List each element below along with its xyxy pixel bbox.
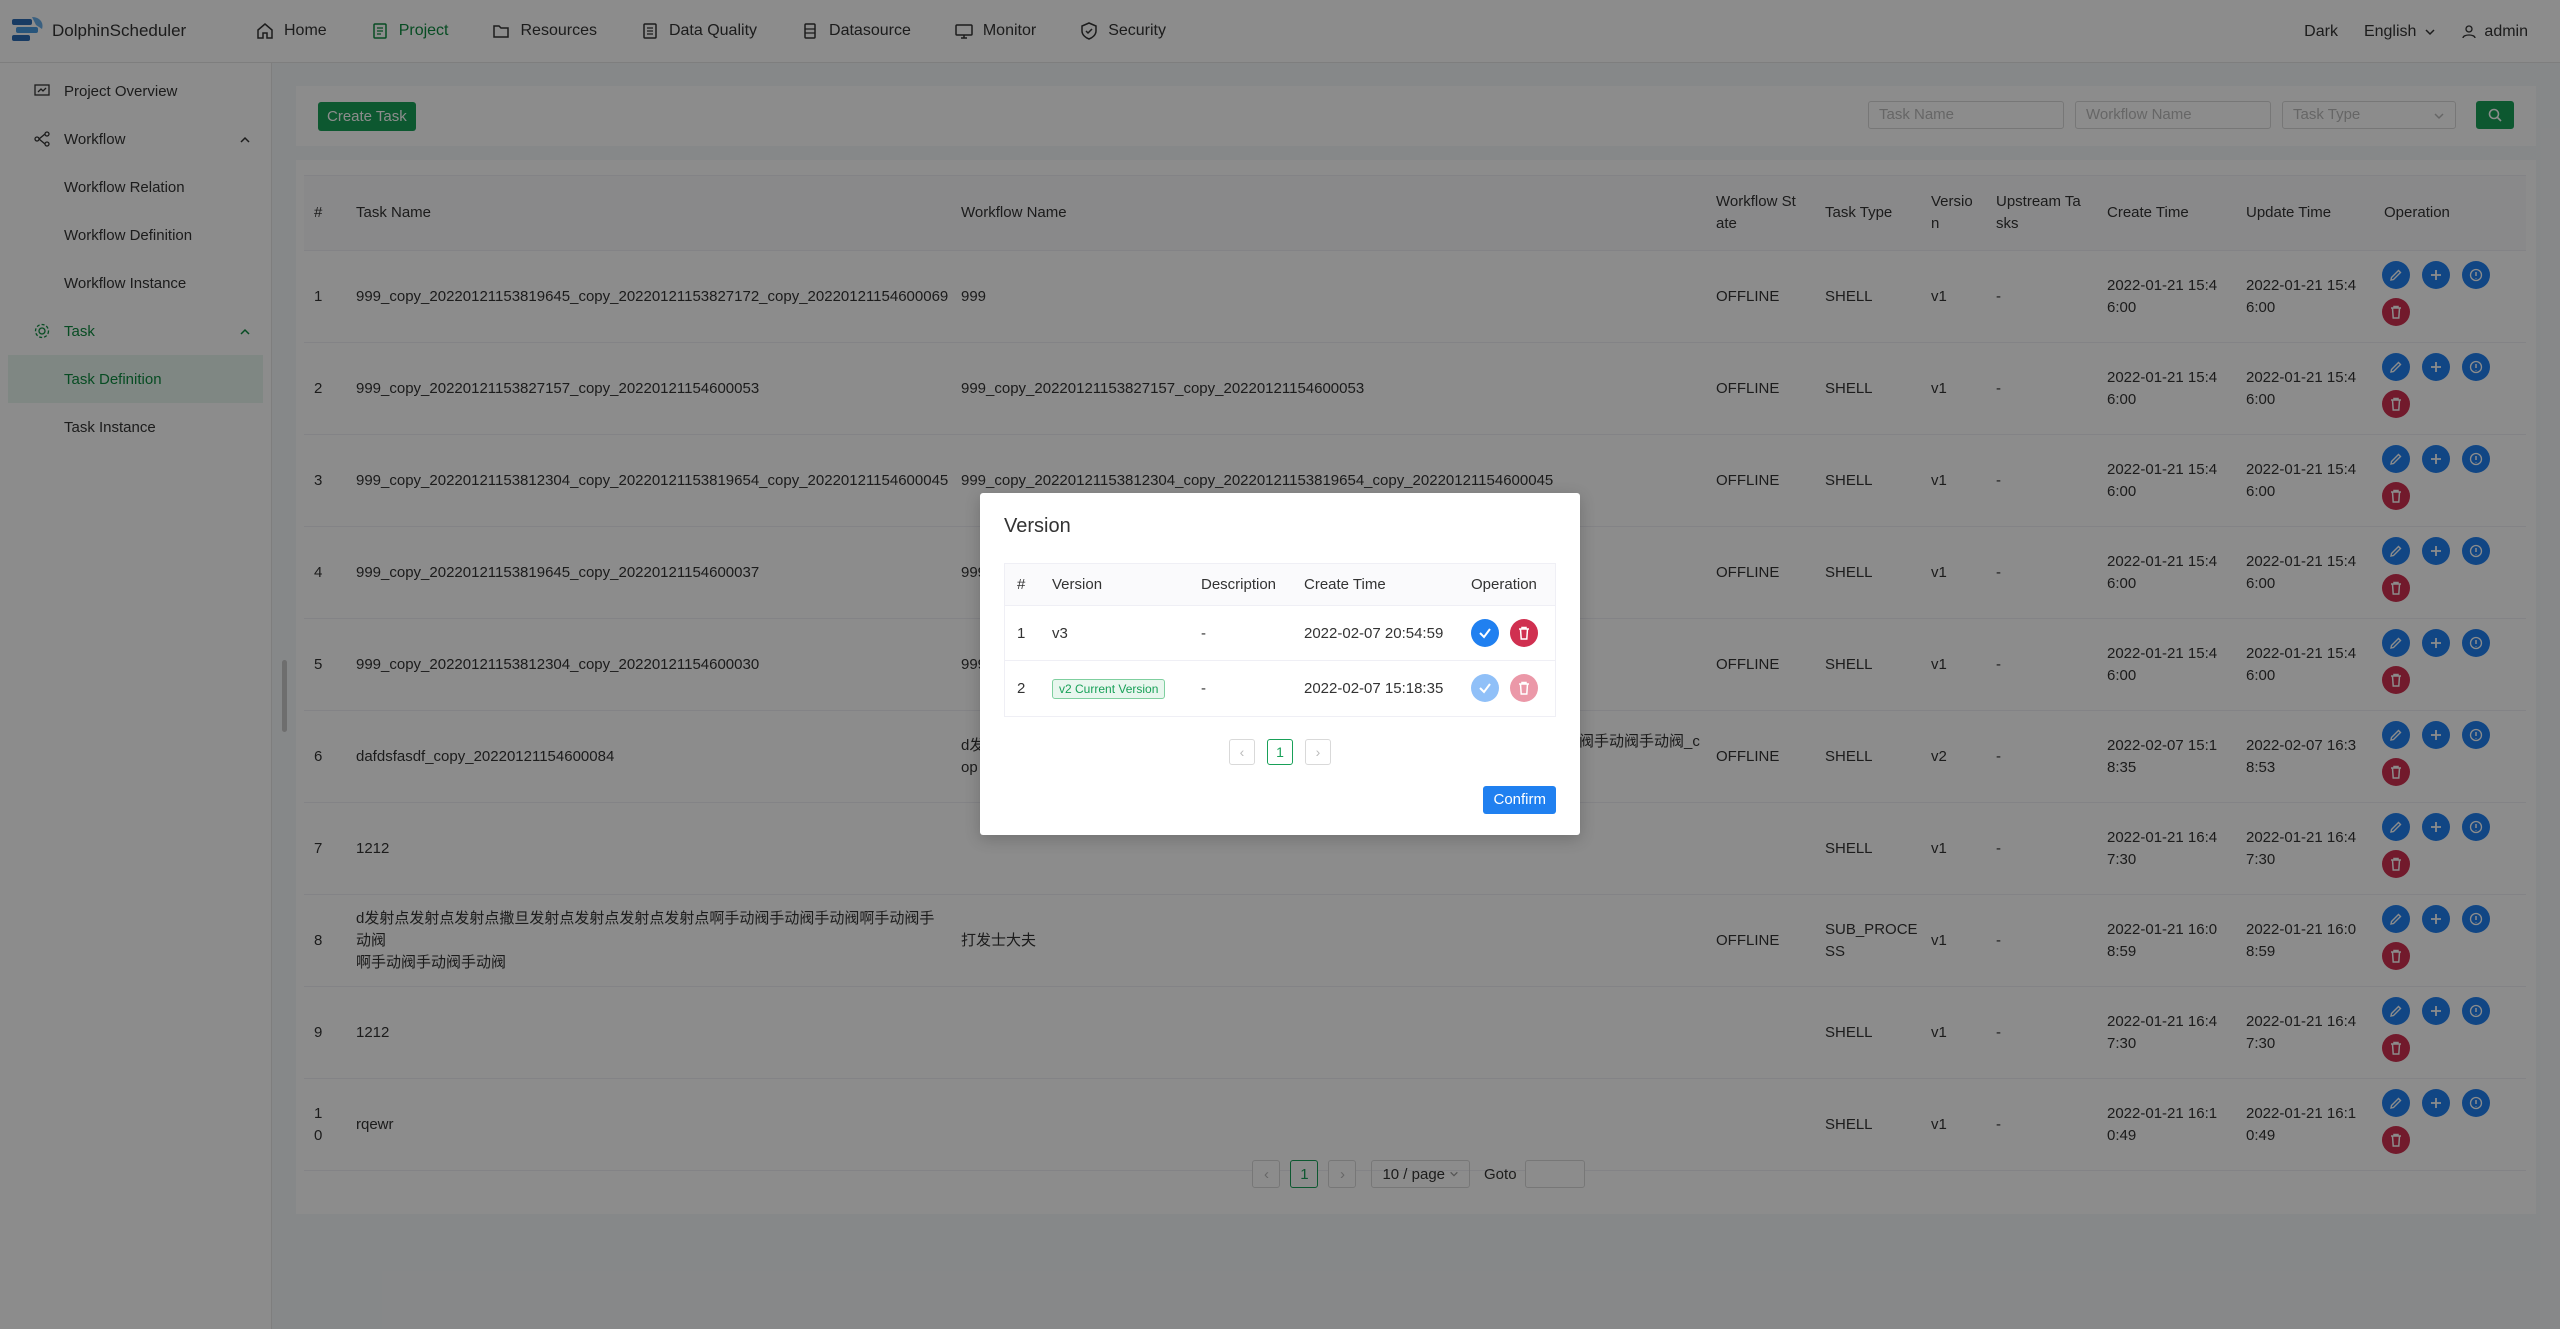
row-create-time: 2022-02-07 20:54:59 bbox=[1304, 624, 1444, 642]
version-table-header: # Version Description Create Time Operat… bbox=[1005, 564, 1555, 606]
delete-icon bbox=[1519, 626, 1529, 640]
col-create-time: Create Time bbox=[1304, 576, 1386, 593]
check-icon bbox=[1479, 628, 1491, 639]
row-description: - bbox=[1201, 624, 1206, 642]
delete-version-button bbox=[1510, 674, 1538, 702]
modal-pagination: ‹ 1 › bbox=[980, 739, 1580, 765]
delete-version-button[interactable] bbox=[1510, 619, 1538, 647]
row-idx: 1 bbox=[1017, 624, 1026, 642]
version-row: 1 v3 - 2022-02-07 20:54:59 bbox=[1005, 606, 1555, 661]
col-version: Version bbox=[1052, 576, 1103, 593]
version-table: # Version Description Create Time Operat… bbox=[1004, 563, 1556, 717]
next-page-button[interactable]: › bbox=[1305, 739, 1331, 765]
col-idx: # bbox=[1017, 576, 1026, 593]
version-row: 2 v2 Current Version - 2022-02-07 15:18:… bbox=[1005, 661, 1555, 716]
check-icon bbox=[1479, 683, 1491, 694]
prev-page-button[interactable]: ‹ bbox=[1229, 739, 1255, 765]
delete-icon bbox=[1519, 681, 1529, 695]
col-description: Description bbox=[1201, 576, 1277, 593]
row-version: v2 Current Version bbox=[1052, 661, 1166, 716]
version-modal: Version # Version Description Create Tim… bbox=[980, 493, 1580, 835]
page-1-button[interactable]: 1 bbox=[1267, 739, 1293, 765]
switch-version-button bbox=[1471, 674, 1499, 702]
col-operation: Operation bbox=[1471, 576, 1537, 593]
row-idx: 2 bbox=[1017, 680, 1026, 697]
row-description: - bbox=[1201, 680, 1206, 697]
modal-title: Version bbox=[1004, 515, 1071, 537]
confirm-button[interactable]: Confirm bbox=[1483, 786, 1556, 814]
row-create-time: 2022-02-07 15:18:35 bbox=[1304, 680, 1444, 697]
switch-version-button[interactable] bbox=[1471, 619, 1499, 647]
row-version: v3 bbox=[1052, 624, 1068, 642]
current-version-tag: v2 Current Version bbox=[1052, 678, 1166, 699]
